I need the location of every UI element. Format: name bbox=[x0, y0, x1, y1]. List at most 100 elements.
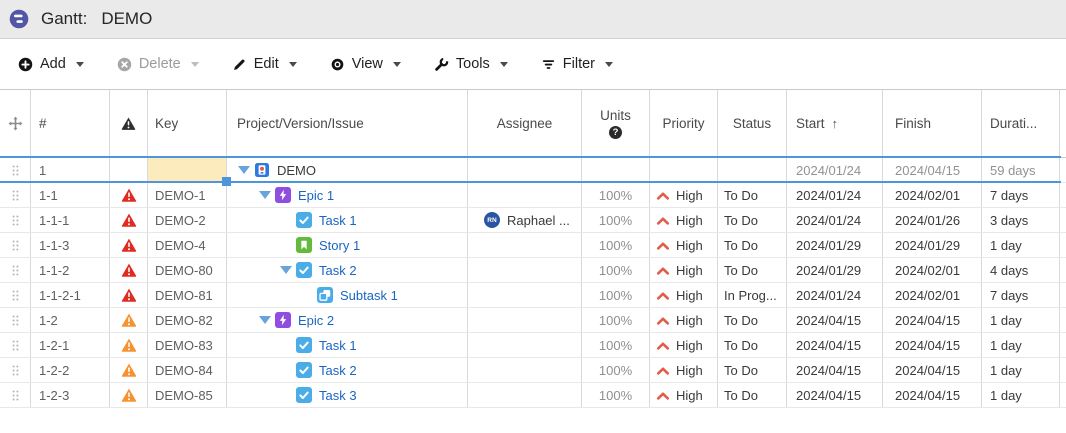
issue-name[interactable]: Task 1 bbox=[319, 213, 357, 228]
table-row[interactable]: 1-2-1DEMO-83Task 1100%HighTo Do2024/04/1… bbox=[0, 333, 1066, 358]
priority-cell[interactable]: High bbox=[650, 383, 718, 407]
assignee-cell[interactable] bbox=[468, 383, 582, 407]
warning-orange-icon[interactable] bbox=[121, 362, 137, 378]
start-cell[interactable]: 2024/01/29 bbox=[787, 233, 883, 257]
warning-red-icon[interactable] bbox=[121, 287, 137, 303]
issue-cell[interactable]: Epic 1 bbox=[227, 183, 468, 207]
units-cell[interactable] bbox=[582, 158, 650, 182]
issue-cell[interactable]: Subtask 1 bbox=[227, 283, 468, 307]
table-row[interactable]: 1-1-2DEMO-80Task 2100%HighTo Do2024/01/2… bbox=[0, 258, 1066, 283]
status-cell[interactable]: In Prog... bbox=[718, 283, 787, 307]
finish-cell[interactable]: 2024/02/01 bbox=[883, 258, 982, 282]
expand-collapse-icon[interactable] bbox=[259, 316, 271, 324]
units-cell[interactable]: 100% bbox=[582, 283, 650, 307]
assignee-cell[interactable] bbox=[468, 233, 582, 257]
row-number-cell[interactable]: 1-1-1 bbox=[31, 208, 110, 232]
column-header-assignee[interactable]: Assignee bbox=[468, 90, 582, 157]
assignee-cell[interactable] bbox=[468, 358, 582, 382]
drag-handle[interactable] bbox=[0, 358, 31, 382]
issue-name[interactable]: Task 1 bbox=[319, 338, 357, 353]
row-number-cell[interactable]: 1 bbox=[31, 158, 110, 182]
warning-cell[interactable] bbox=[110, 208, 148, 232]
warning-cell[interactable] bbox=[110, 233, 148, 257]
finish-cell[interactable]: 2024/04/15 bbox=[883, 308, 982, 332]
finish-cell[interactable]: 2024/01/29 bbox=[883, 233, 982, 257]
duration-cell[interactable]: 1 day bbox=[982, 308, 1060, 332]
drag-handle[interactable] bbox=[0, 208, 31, 232]
priority-cell[interactable]: High bbox=[650, 208, 718, 232]
assignee-cell[interactable] bbox=[468, 283, 582, 307]
finish-cell[interactable]: 2024/04/15 bbox=[883, 358, 982, 382]
drag-handle[interactable] bbox=[0, 308, 31, 332]
row-number-cell[interactable]: 1-1-2 bbox=[31, 258, 110, 282]
issue-name[interactable]: Task 2 bbox=[319, 363, 357, 378]
issue-cell[interactable]: Task 3 bbox=[227, 383, 468, 407]
priority-cell[interactable]: High bbox=[650, 258, 718, 282]
row-number-cell[interactable]: 1-1 bbox=[31, 183, 110, 207]
warning-red-icon[interactable] bbox=[121, 237, 137, 253]
warning-orange-icon[interactable] bbox=[121, 337, 137, 353]
status-cell[interactable]: To Do bbox=[718, 208, 787, 232]
fill-handle[interactable] bbox=[222, 177, 231, 186]
row-number-cell[interactable]: 1-2-3 bbox=[31, 383, 110, 407]
key-cell[interactable]: DEMO-81 bbox=[148, 283, 227, 307]
drag-handle[interactable] bbox=[0, 383, 31, 407]
key-cell[interactable]: DEMO-1 bbox=[148, 183, 227, 207]
issue-cell[interactable]: Task 1 bbox=[227, 333, 468, 357]
priority-cell[interactable] bbox=[650, 158, 718, 182]
priority-cell[interactable]: High bbox=[650, 283, 718, 307]
status-cell[interactable]: To Do bbox=[718, 258, 787, 282]
duration-cell[interactable]: 7 days bbox=[982, 183, 1060, 207]
priority-cell[interactable]: High bbox=[650, 233, 718, 257]
status-cell[interactable]: To Do bbox=[718, 233, 787, 257]
issue-name[interactable]: Epic 2 bbox=[298, 313, 334, 328]
status-cell[interactable]: To Do bbox=[718, 308, 787, 332]
column-header-warning[interactable] bbox=[110, 90, 148, 157]
start-cell[interactable]: 2024/04/15 bbox=[787, 383, 883, 407]
row-number-cell[interactable]: 1-2-2 bbox=[31, 358, 110, 382]
view-button[interactable]: View bbox=[330, 56, 401, 72]
column-header-duration[interactable]: Durati... bbox=[982, 90, 1060, 157]
warning-cell[interactable] bbox=[110, 358, 148, 382]
row-number-cell[interactable]: 1-2 bbox=[31, 308, 110, 332]
table-row[interactable]: 1-1DEMO-1Epic 1100%HighTo Do2024/01/2420… bbox=[0, 183, 1066, 208]
start-cell[interactable]: 2024/01/29 bbox=[787, 258, 883, 282]
finish-cell[interactable]: 2024/04/15 bbox=[883, 333, 982, 357]
finish-cell[interactable]: 2024/02/01 bbox=[883, 283, 982, 307]
issue-cell[interactable]: Task 2 bbox=[227, 258, 468, 282]
warning-cell[interactable] bbox=[110, 158, 148, 182]
column-header-issue[interactable]: Project/Version/Issue bbox=[227, 90, 468, 157]
duration-cell[interactable]: 3 days bbox=[982, 208, 1060, 232]
duration-cell[interactable]: 1 day bbox=[982, 383, 1060, 407]
expand-collapse-icon[interactable] bbox=[280, 266, 292, 274]
start-cell[interactable]: 2024/04/15 bbox=[787, 308, 883, 332]
column-header-num[interactable]: # bbox=[31, 90, 110, 157]
status-cell[interactable]: To Do bbox=[718, 383, 787, 407]
units-cell[interactable]: 100% bbox=[582, 258, 650, 282]
start-cell[interactable]: 2024/01/24 bbox=[787, 208, 883, 232]
units-cell[interactable]: 100% bbox=[582, 358, 650, 382]
duration-cell[interactable]: 4 days bbox=[982, 258, 1060, 282]
start-cell[interactable]: 2024/01/24 bbox=[787, 283, 883, 307]
assignee-cell[interactable] bbox=[468, 183, 582, 207]
assignee-cell[interactable] bbox=[468, 158, 582, 182]
priority-cell[interactable]: High bbox=[650, 333, 718, 357]
issue-name[interactable]: Epic 1 bbox=[298, 188, 334, 203]
table-row[interactable]: 1-2DEMO-82Epic 2100%HighTo Do2024/04/152… bbox=[0, 308, 1066, 333]
delete-button[interactable]: Delete bbox=[117, 56, 199, 72]
key-cell[interactable] bbox=[148, 158, 227, 182]
warning-cell[interactable] bbox=[110, 183, 148, 207]
table-row[interactable]: 1DEMO2024/01/242024/04/1559 days bbox=[0, 158, 1066, 183]
warning-orange-icon[interactable] bbox=[121, 312, 137, 328]
key-cell[interactable]: DEMO-82 bbox=[148, 308, 227, 332]
key-cell[interactable]: DEMO-2 bbox=[148, 208, 227, 232]
finish-cell[interactable]: 2024/04/15 bbox=[883, 383, 982, 407]
issue-cell[interactable]: Task 1 bbox=[227, 208, 468, 232]
start-cell[interactable]: 2024/04/15 bbox=[787, 358, 883, 382]
start-cell[interactable]: 2024/01/24 bbox=[787, 183, 883, 207]
row-number-cell[interactable]: 1-1-3 bbox=[31, 233, 110, 257]
finish-cell[interactable]: 2024/01/26 bbox=[883, 208, 982, 232]
issue-name[interactable]: Task 2 bbox=[319, 263, 357, 278]
warning-red-icon[interactable] bbox=[121, 212, 137, 228]
assignee-cell[interactable] bbox=[468, 308, 582, 332]
